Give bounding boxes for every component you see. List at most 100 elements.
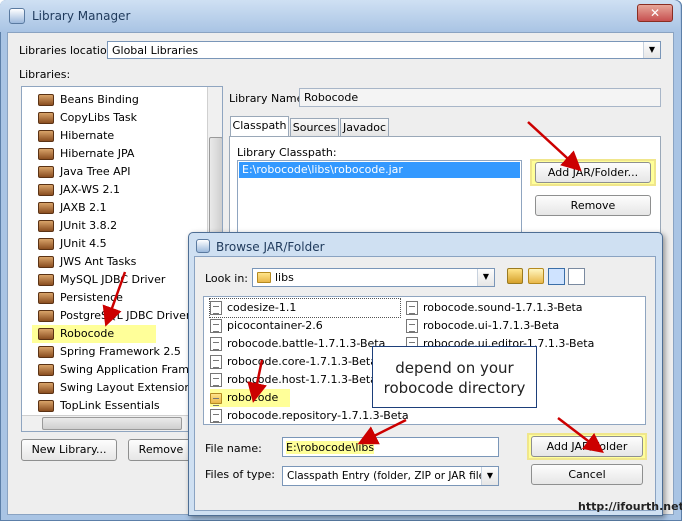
library-item-label: JWS Ant Tasks <box>60 255 137 268</box>
file-item-label: codesize-1.1 <box>227 301 297 314</box>
chevron-down-icon: ▼ <box>481 467 498 485</box>
look-in-select[interactable]: libs ▼ <box>252 268 495 287</box>
library-icon <box>38 166 54 178</box>
library-item[interactable]: Hibernate <box>32 127 202 145</box>
library-icon <box>38 364 54 376</box>
library-item[interactable]: Hibernate JPA <box>32 145 202 163</box>
tree-hscroll-thumb[interactable] <box>42 417 182 430</box>
library-item-label: JUnit 4.5 <box>60 237 107 250</box>
new-folder-icon[interactable] <box>528 268 544 284</box>
library-item-label: JAX-WS 2.1 <box>60 183 120 196</box>
file-name-value: E:\robocode\libs <box>286 441 375 454</box>
window-title: Library Manager <box>32 9 131 23</box>
file-item[interactable]: codesize-1.1 <box>209 298 401 318</box>
file-item-label: robocode.repository-1.7.1.3-Beta <box>227 409 409 422</box>
library-item-label: PostgreSQL JDBC Driver <box>60 309 191 322</box>
tree-hscrollbar[interactable] <box>22 415 208 431</box>
dialog-add-jar-folder-button[interactable]: Add JAR/Folder <box>531 436 643 457</box>
jar-file-icon <box>210 409 222 423</box>
library-item-label: Hibernate JPA <box>60 147 135 160</box>
dialog-cancel-button[interactable]: Cancel <box>531 464 643 485</box>
callout-line-1: depend on your <box>395 359 514 377</box>
library-item-label: JUnit 3.8.2 <box>60 219 118 232</box>
library-item-label: Hibernate <box>60 129 115 142</box>
tab-javadoc[interactable]: Javadoc <box>340 118 389 136</box>
library-item[interactable]: Java Tree API <box>32 163 202 181</box>
library-item[interactable]: Swing Application Framew <box>32 361 205 379</box>
files-of-type-value: Classpath Entry (folder, ZIP or JAR file… <box>287 470 490 482</box>
library-icon <box>38 256 54 268</box>
library-item[interactable]: PostgreSQL JDBC Driver <box>32 307 202 325</box>
chevron-down-icon: ▼ <box>477 269 494 286</box>
library-item[interactable]: JAX-WS 2.1 <box>32 181 202 199</box>
library-name-value: Robocode <box>304 91 359 104</box>
library-item[interactable]: MySQL JDBC Driver <box>32 271 202 289</box>
library-icon <box>38 202 54 214</box>
watermark: http://ifourth.net/ <box>578 500 682 513</box>
libraries-location-select[interactable]: Global Libraries ▼ <box>107 41 661 59</box>
library-item[interactable]: JUnit 3.8.2 <box>32 217 202 235</box>
file-name-label: File name: <box>205 442 262 455</box>
library-item-label: Persistence <box>60 291 123 304</box>
library-item-label: CopyLibs Task <box>60 111 138 124</box>
library-name-field[interactable]: Robocode <box>299 88 661 107</box>
file-item-label: robocode <box>227 391 279 404</box>
tab-sources[interactable]: Sources <box>290 118 339 136</box>
library-item[interactable]: JAXB 2.1 <box>32 199 202 217</box>
list-view-icon[interactable] <box>548 268 565 285</box>
library-item[interactable]: CopyLibs Task <box>32 109 202 127</box>
jar-file-icon <box>210 301 222 315</box>
library-item-label: JAXB 2.1 <box>60 201 107 214</box>
new-library-button[interactable]: New Library... <box>21 439 117 461</box>
library-item[interactable]: TopLink Essentials <box>32 397 202 415</box>
file-item[interactable]: picocontainer-2.6 <box>210 317 400 335</box>
file-item[interactable]: robocode.repository-1.7.1.3-Beta <box>210 407 409 425</box>
files-of-type-select[interactable]: Classpath Entry (folder, ZIP or JAR file… <box>282 466 499 486</box>
library-icon <box>38 220 54 232</box>
library-item[interactable]: Robocode <box>32 325 156 343</box>
coffee-cup-icon <box>9 8 25 24</box>
library-item[interactable]: Spring Framework 2.5 <box>32 343 202 361</box>
library-item[interactable]: Swing Layout Extensions <box>32 379 202 397</box>
browse-dialog-title: Browse JAR/Folder <box>216 240 325 254</box>
library-item[interactable]: Beans Binding <box>32 91 202 109</box>
classpath-entry[interactable]: E:\robocode\libs\robocode.jar <box>239 162 520 178</box>
file-name-input[interactable]: E:\robocode\libs <box>282 437 499 457</box>
file-item[interactable]: robocode <box>210 389 290 407</box>
library-icon <box>38 112 54 124</box>
file-item-label: robocode.host-1.7.1.3-Beta <box>227 373 377 386</box>
remove-library-button[interactable]: Remove <box>128 439 194 461</box>
up-folder-icon[interactable] <box>507 268 523 284</box>
library-icon <box>38 94 54 106</box>
details-view-icon[interactable] <box>568 268 585 285</box>
library-icon <box>38 148 54 160</box>
library-icon <box>38 184 54 196</box>
library-icon <box>38 382 54 394</box>
remove-entry-button[interactable]: Remove <box>535 195 651 216</box>
library-icon <box>38 400 54 412</box>
jar-file-icon <box>210 373 222 387</box>
file-item-label: robocode.sound-1.7.1.3-Beta <box>423 301 583 314</box>
library-name-label: Library Name: <box>229 92 308 105</box>
library-icon <box>38 292 54 304</box>
add-jar-folder-button[interactable]: Add JAR/Folder... <box>535 162 651 183</box>
file-item[interactable]: robocode.sound-1.7.1.3-Beta <box>406 299 636 317</box>
library-item-label: TopLink Essentials <box>60 399 160 412</box>
classpath-list[interactable]: E:\robocode\libs\robocode.jar <box>237 160 522 234</box>
file-item[interactable]: robocode.ui-1.7.1.3-Beta <box>406 317 636 335</box>
annotation-callout: depend on your robocode directory <box>372 346 537 408</box>
callout-line-2: robocode directory <box>383 379 526 397</box>
tab-classpath[interactable]: Classpath <box>230 116 289 136</box>
library-icon <box>38 274 54 286</box>
libraries-location-label: Libraries location: <box>19 44 118 57</box>
libraries-label: Libraries: <box>19 68 71 81</box>
library-item[interactable]: JUnit 4.5 <box>32 235 202 253</box>
close-button[interactable]: ✕ <box>637 4 673 22</box>
title-bar[interactable]: Library Manager ✕ <box>0 0 680 32</box>
library-icon <box>38 346 54 358</box>
library-item[interactable]: Persistence <box>32 289 202 307</box>
file-item-label: picocontainer-2.6 <box>227 319 323 332</box>
jar-file-icon <box>210 355 222 369</box>
library-icon <box>38 130 54 142</box>
library-item[interactable]: JWS Ant Tasks <box>32 253 202 271</box>
